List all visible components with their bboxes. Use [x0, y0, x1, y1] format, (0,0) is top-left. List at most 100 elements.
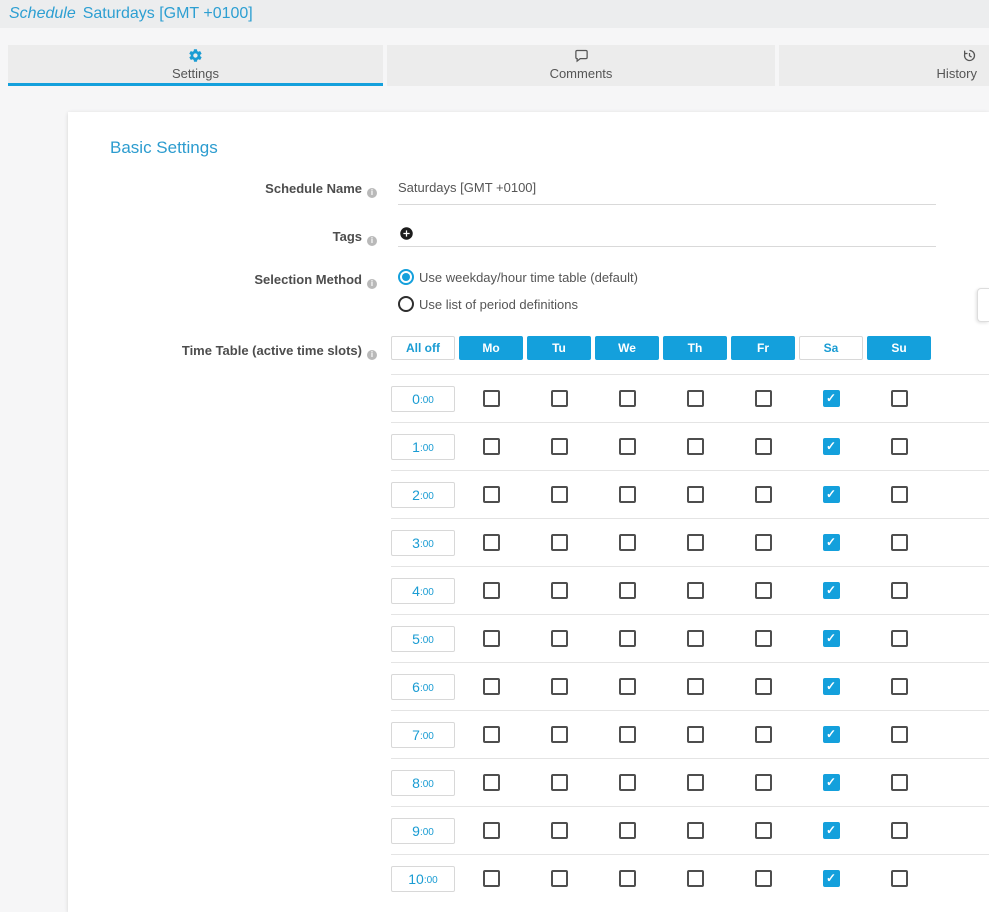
checkbox-th-700[interactable]	[687, 726, 704, 743]
checkbox-th-200[interactable]	[687, 486, 704, 503]
hour-button-400[interactable]: 4:00	[391, 578, 455, 604]
day-button-mo[interactable]: Mo	[459, 336, 523, 360]
info-icon[interactable]: i	[367, 279, 377, 289]
checkbox-su-400[interactable]	[891, 582, 908, 599]
checkbox-su-000[interactable]	[891, 390, 908, 407]
hour-button-700[interactable]: 7:00	[391, 722, 455, 748]
tab-history[interactable]: History	[779, 45, 989, 86]
checkbox-sa-600[interactable]	[823, 678, 840, 695]
checkbox-th-600[interactable]	[687, 678, 704, 695]
checkbox-mo-100[interactable]	[483, 438, 500, 455]
info-icon[interactable]: i	[367, 236, 377, 246]
checkbox-th-1000[interactable]	[687, 870, 704, 887]
checkbox-tu-400[interactable]	[551, 582, 568, 599]
checkbox-we-600[interactable]	[619, 678, 636, 695]
checkbox-tu-500[interactable]	[551, 630, 568, 647]
tab-settings[interactable]: Settings	[8, 45, 383, 86]
hour-button-1000[interactable]: 10:00	[391, 866, 455, 892]
checkbox-tu-100[interactable]	[551, 438, 568, 455]
radio-option-period-list[interactable]: Use list of period definitions	[398, 296, 936, 312]
checkbox-th-400[interactable]	[687, 582, 704, 599]
checkbox-su-100[interactable]	[891, 438, 908, 455]
hour-button-600[interactable]: 6:00	[391, 674, 455, 700]
hour-button-500[interactable]: 5:00	[391, 626, 455, 652]
checkbox-th-300[interactable]	[687, 534, 704, 551]
checkbox-fr-300[interactable]	[755, 534, 772, 551]
radio-option-timetable[interactable]: Use weekday/hour time table (default)	[398, 269, 936, 285]
hour-button-900[interactable]: 9:00	[391, 818, 455, 844]
checkbox-mo-500[interactable]	[483, 630, 500, 647]
add-tag-button[interactable]	[399, 226, 414, 241]
checkbox-tu-300[interactable]	[551, 534, 568, 551]
checkbox-fr-600[interactable]	[755, 678, 772, 695]
checkbox-mo-900[interactable]	[483, 822, 500, 839]
checkbox-we-500[interactable]	[619, 630, 636, 647]
checkbox-sa-1000[interactable]	[823, 870, 840, 887]
checkbox-sa-100[interactable]	[823, 438, 840, 455]
checkbox-su-900[interactable]	[891, 822, 908, 839]
checkbox-sa-900[interactable]	[823, 822, 840, 839]
checkbox-we-900[interactable]	[619, 822, 636, 839]
checkbox-we-800[interactable]	[619, 774, 636, 791]
checkbox-th-900[interactable]	[687, 822, 704, 839]
tab-comments[interactable]: Comments	[387, 45, 775, 86]
checkbox-su-700[interactable]	[891, 726, 908, 743]
checkbox-th-800[interactable]	[687, 774, 704, 791]
checkbox-sa-500[interactable]	[823, 630, 840, 647]
checkbox-su-200[interactable]	[891, 486, 908, 503]
all-off-button[interactable]: All off	[391, 336, 455, 360]
checkbox-su-600[interactable]	[891, 678, 908, 695]
schedule-name-input[interactable]: Saturdays [GMT +0100]	[398, 178, 936, 204]
day-button-sa[interactable]: Sa	[799, 336, 863, 360]
checkbox-fr-700[interactable]	[755, 726, 772, 743]
checkbox-sa-400[interactable]	[823, 582, 840, 599]
checkbox-su-1000[interactable]	[891, 870, 908, 887]
checkbox-fr-000[interactable]	[755, 390, 772, 407]
day-button-su[interactable]: Su	[867, 336, 931, 360]
checkbox-su-800[interactable]	[891, 774, 908, 791]
checkbox-sa-200[interactable]	[823, 486, 840, 503]
radio-selected-icon[interactable]	[398, 269, 414, 285]
checkbox-su-300[interactable]	[891, 534, 908, 551]
checkbox-tu-1000[interactable]	[551, 870, 568, 887]
hour-button-200[interactable]: 2:00	[391, 482, 455, 508]
hour-button-300[interactable]: 3:00	[391, 530, 455, 556]
checkbox-fr-500[interactable]	[755, 630, 772, 647]
info-icon[interactable]: i	[367, 188, 377, 198]
checkbox-th-000[interactable]	[687, 390, 704, 407]
checkbox-mo-200[interactable]	[483, 486, 500, 503]
day-button-fr[interactable]: Fr	[731, 336, 795, 360]
day-button-tu[interactable]: Tu	[527, 336, 591, 360]
checkbox-mo-400[interactable]	[483, 582, 500, 599]
checkbox-th-500[interactable]	[687, 630, 704, 647]
checkbox-we-300[interactable]	[619, 534, 636, 551]
hour-button-100[interactable]: 1:00	[391, 434, 455, 460]
info-icon[interactable]: i	[367, 350, 377, 360]
checkbox-tu-600[interactable]	[551, 678, 568, 695]
checkbox-tu-800[interactable]	[551, 774, 568, 791]
hour-button-000[interactable]: 0:00	[391, 386, 455, 412]
radio-unselected-icon[interactable]	[398, 296, 414, 312]
checkbox-fr-1000[interactable]	[755, 870, 772, 887]
day-button-th[interactable]: Th	[663, 336, 727, 360]
checkbox-we-200[interactable]	[619, 486, 636, 503]
checkbox-we-700[interactable]	[619, 726, 636, 743]
checkbox-sa-300[interactable]	[823, 534, 840, 551]
checkbox-sa-800[interactable]	[823, 774, 840, 791]
checkbox-sa-000[interactable]	[823, 390, 840, 407]
checkbox-tu-200[interactable]	[551, 486, 568, 503]
checkbox-fr-200[interactable]	[755, 486, 772, 503]
checkbox-tu-000[interactable]	[551, 390, 568, 407]
checkbox-fr-900[interactable]	[755, 822, 772, 839]
checkbox-mo-000[interactable]	[483, 390, 500, 407]
checkbox-th-100[interactable]	[687, 438, 704, 455]
side-flyout-handle[interactable]	[977, 288, 989, 322]
checkbox-mo-700[interactable]	[483, 726, 500, 743]
checkbox-tu-900[interactable]	[551, 822, 568, 839]
checkbox-mo-300[interactable]	[483, 534, 500, 551]
day-button-we[interactable]: We	[595, 336, 659, 360]
checkbox-fr-800[interactable]	[755, 774, 772, 791]
checkbox-we-000[interactable]	[619, 390, 636, 407]
hour-button-800[interactable]: 8:00	[391, 770, 455, 796]
checkbox-we-1000[interactable]	[619, 870, 636, 887]
